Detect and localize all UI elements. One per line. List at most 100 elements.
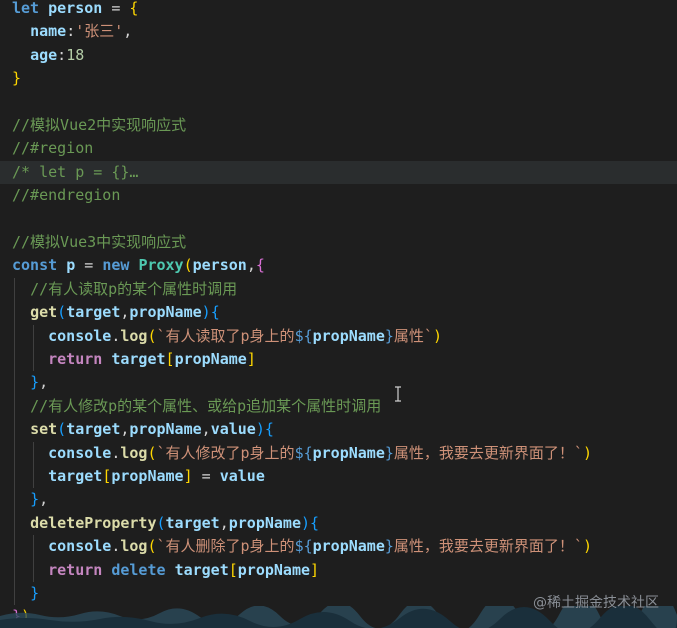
code-token: propName <box>174 350 247 368</box>
code-token: /* let p = {} <box>12 162 130 181</box>
code-token: 18 <box>66 45 85 64</box>
code-line-text: const p = new Proxy(person,{ <box>12 254 265 277</box>
code-token: { <box>264 420 274 439</box>
code-token: : <box>66 22 76 41</box>
code-token: deleteProperty <box>30 513 157 532</box>
code-token: target <box>174 560 229 579</box>
code-token: , <box>123 22 133 41</box>
code-line[interactable]: name:'张三', <box>0 20 677 43</box>
code-line[interactable]: console.log(`有人删除了p身上的${propName}属性，我要去更… <box>0 535 677 558</box>
code-token: person <box>48 0 103 17</box>
code-token: console <box>48 326 112 345</box>
code-token: propName <box>129 303 202 322</box>
indent-guide <box>33 324 34 372</box>
code-token: { <box>255 256 265 275</box>
code-line-text: set(target,propName,value){ <box>12 418 274 441</box>
code-token: … <box>129 162 139 181</box>
code-token: ] <box>183 467 193 485</box>
code-line[interactable]: } <box>0 67 677 90</box>
code-line[interactable]: //#region <box>0 137 677 160</box>
code-editor[interactable]: let person = { name:'张三', age:18}//模拟Vue… <box>0 0 677 628</box>
code-token: , <box>39 373 49 392</box>
code-line[interactable]: let person = { <box>0 0 677 20</box>
code-token: , <box>201 420 211 439</box>
code-line-text: //有人读取p的某个属性时调用 <box>12 278 237 301</box>
code-token: 属性` <box>393 326 433 345</box>
code-line[interactable]: //#endregion <box>0 184 677 207</box>
text-cursor-icon <box>394 386 402 402</box>
code-token: log <box>120 326 148 345</box>
code-token: propName <box>312 443 385 462</box>
code-line-text: //#endregion <box>12 184 120 207</box>
code-token: target <box>48 467 103 485</box>
code-token: age <box>30 45 58 64</box>
code-token: ${ <box>294 443 313 462</box>
code-line[interactable]: //有人读取p的某个属性时调用 <box>0 278 677 301</box>
code-token: = <box>102 0 130 17</box>
code-line-text: deleteProperty(target,propName){ <box>12 512 319 535</box>
code-line[interactable] <box>0 91 677 114</box>
code-token: } <box>30 373 40 392</box>
code-line-text: get(target,propName){ <box>12 301 220 324</box>
code-token: [ <box>228 560 238 579</box>
code-token: ( <box>57 303 67 322</box>
code-line-text: //#region <box>12 137 93 160</box>
code-token: } <box>30 584 40 602</box>
code-token: ) <box>201 303 211 322</box>
code-token: value <box>219 467 265 485</box>
code-token: target <box>66 420 121 439</box>
code-token: ( <box>156 513 166 532</box>
code-token: } <box>12 69 22 88</box>
code-line[interactable]: /* let p = {}… <box>0 160 677 184</box>
code-line[interactable]: console.log(`有人读取了p身上的${propName}属性`) <box>0 325 677 348</box>
code-token: //#endregion <box>12 186 121 205</box>
code-token: `有人修改了p身上的 <box>156 443 295 462</box>
code-token: propName <box>228 513 301 532</box>
code-line[interactable]: set(target,propName,value){ <box>0 418 677 441</box>
code-line[interactable]: return target[propName] <box>0 348 677 371</box>
code-token: set <box>30 420 58 439</box>
code-line-text: /* let p = {}… <box>12 161 138 184</box>
code-token: `有人读取了p身上的 <box>156 326 295 345</box>
code-line-text: //模拟Vue2中实现响应式 <box>12 114 186 137</box>
code-token: { <box>129 0 139 17</box>
code-token: '张三' <box>75 22 124 41</box>
code-token: ( <box>147 537 157 556</box>
code-token: person <box>192 256 247 275</box>
code-token: //有人修改p的某个属性、或给p追加某个属性时调用 <box>30 396 382 415</box>
code-line[interactable]: const p = new Proxy(person,{ <box>0 254 677 277</box>
code-token: //有人读取p的某个属性时调用 <box>30 279 238 298</box>
code-token: , <box>246 256 256 275</box>
code-token: : <box>57 45 67 64</box>
code-line[interactable] <box>0 208 677 231</box>
code-line[interactable]: age:18 <box>0 44 677 67</box>
indent-guide <box>14 277 15 606</box>
code-line[interactable]: }, <box>0 371 677 394</box>
code-token: propName <box>129 420 202 439</box>
code-line[interactable]: deleteProperty(target,propName){ <box>0 512 677 535</box>
code-token: ( <box>147 443 157 462</box>
code-line[interactable]: console.log(`有人修改了p身上的${propName}属性，我要去更… <box>0 442 677 465</box>
code-token: propName <box>237 560 311 579</box>
code-line-text: } <box>12 67 21 90</box>
code-token: ( <box>183 256 193 275</box>
code-token: let <box>12 0 40 17</box>
code-token: p <box>66 256 76 275</box>
code-line[interactable]: //模拟Vue2中实现响应式 <box>0 114 677 137</box>
code-token: Proxy <box>138 256 184 275</box>
code-token: 属性，我要去更新界面了！` <box>393 537 583 556</box>
code-line[interactable]: return delete target[propName] <box>0 559 677 582</box>
code-line[interactable]: }, <box>0 488 677 511</box>
code-line[interactable]: //有人修改p的某个属性、或给p追加某个属性时调用 <box>0 395 677 418</box>
code-line[interactable]: get(target,propName){ <box>0 301 677 324</box>
code-line[interactable]: //模拟Vue3中实现响应式 <box>0 231 677 254</box>
code-token: log <box>120 537 148 556</box>
code-line[interactable]: target[propName] = value <box>0 465 677 488</box>
